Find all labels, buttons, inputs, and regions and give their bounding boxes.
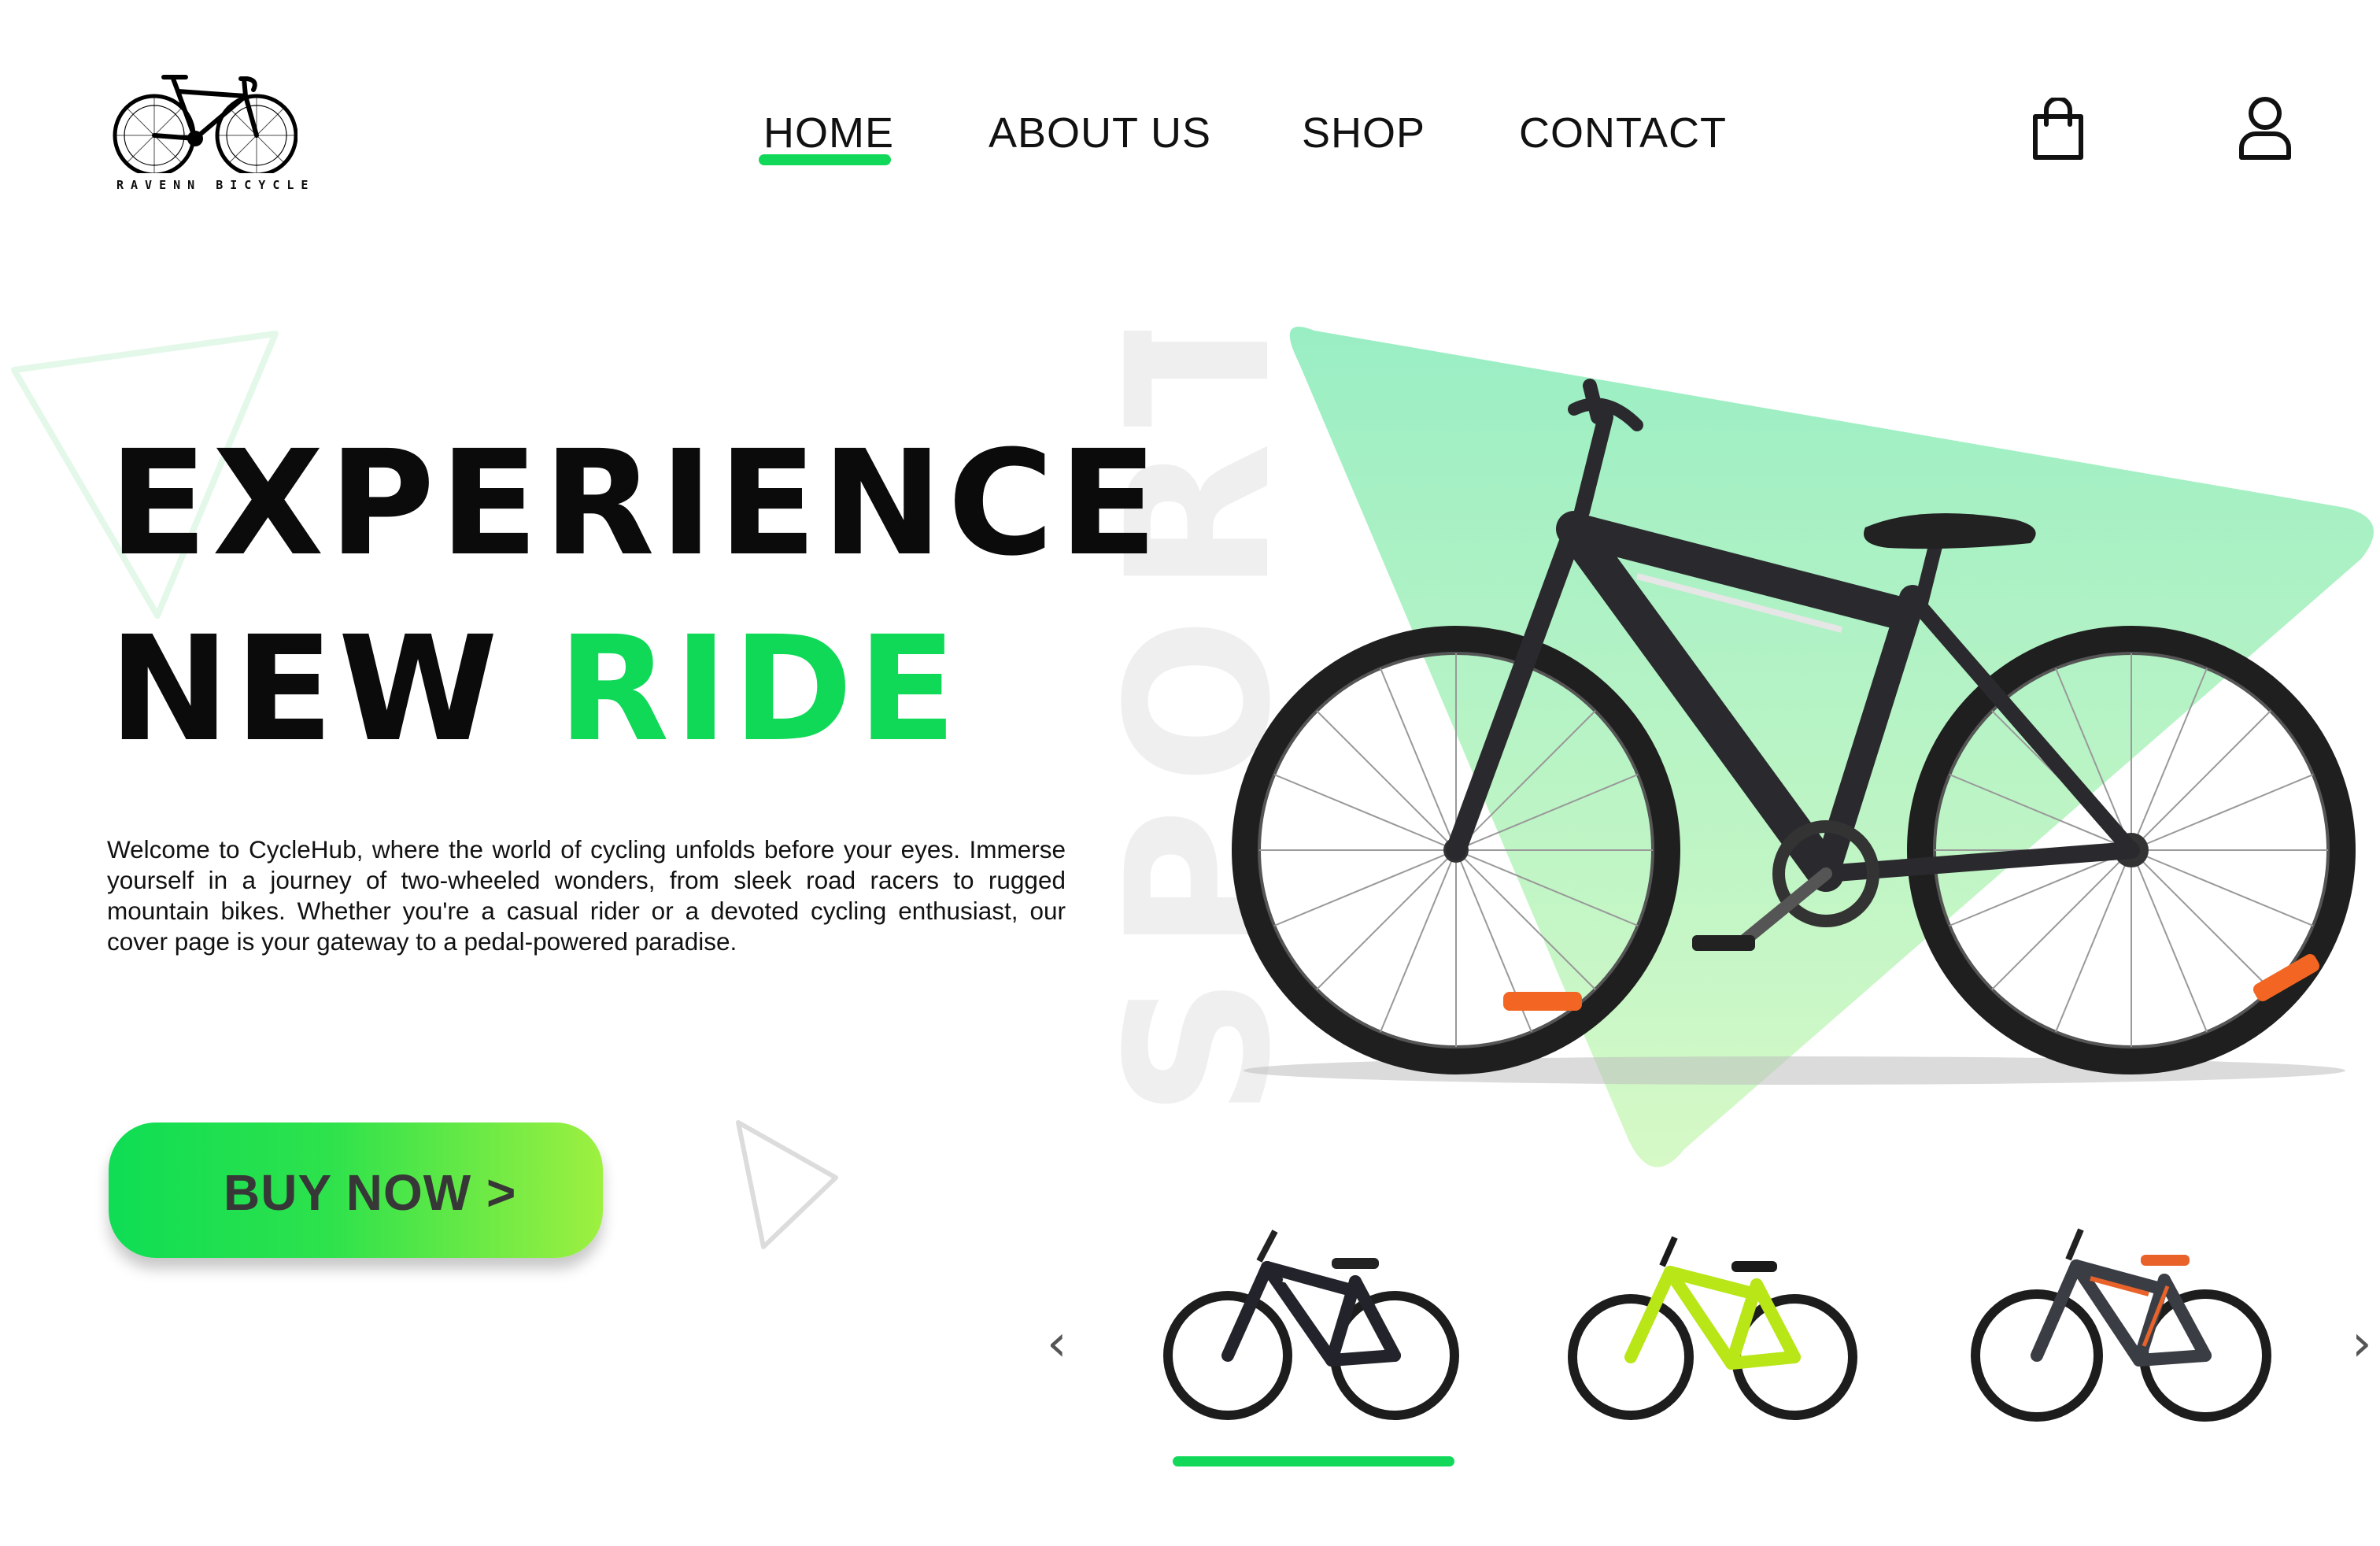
buy-now-button[interactable]: BUY NOW > [109,1123,603,1258]
carousel-thumbnail-3[interactable] [1955,1220,2293,1425]
carousel-thumbnail-2[interactable] [1552,1228,1883,1425]
buy-now-label: BUY NOW > [224,1164,517,1221]
nav-shop[interactable]: SHOP [1302,109,1425,157]
headline-line-1: EXPERIENCE [109,420,1162,588]
headline-ride: RIDE [557,605,962,774]
nav-home[interactable]: HOME [763,109,894,157]
nav-contact[interactable]: CONTACT [1519,109,1727,157]
play-triangle-icon [736,1120,838,1249]
nav-about-us[interactable]: ABOUT US [989,109,1211,157]
headline-new: NEW [109,605,558,774]
logo-text: RAVENN BICYCLE [116,178,316,192]
carousel-next-chevron-icon[interactable]: › [2352,1315,2372,1373]
user-icon[interactable] [2237,96,2293,165]
hero-bicycle-image [1232,379,2356,1085]
nav-active-underline [759,154,891,165]
bicycle-logo-icon [113,75,298,177]
brand-logo[interactable]: RAVENN BICYCLE [109,63,308,197]
hero-description: Welcome to CycleHub, where the world of … [107,835,1066,956]
shopping-bag-icon[interactable] [2031,96,2086,165]
carousel-thumbnail-1[interactable] [1149,1220,1480,1425]
carousel-prev-chevron-icon[interactable]: ‹ [1047,1315,1067,1373]
headline-line-2: NEW RIDE [109,617,961,762]
carousel-active-indicator [1173,1456,1454,1466]
